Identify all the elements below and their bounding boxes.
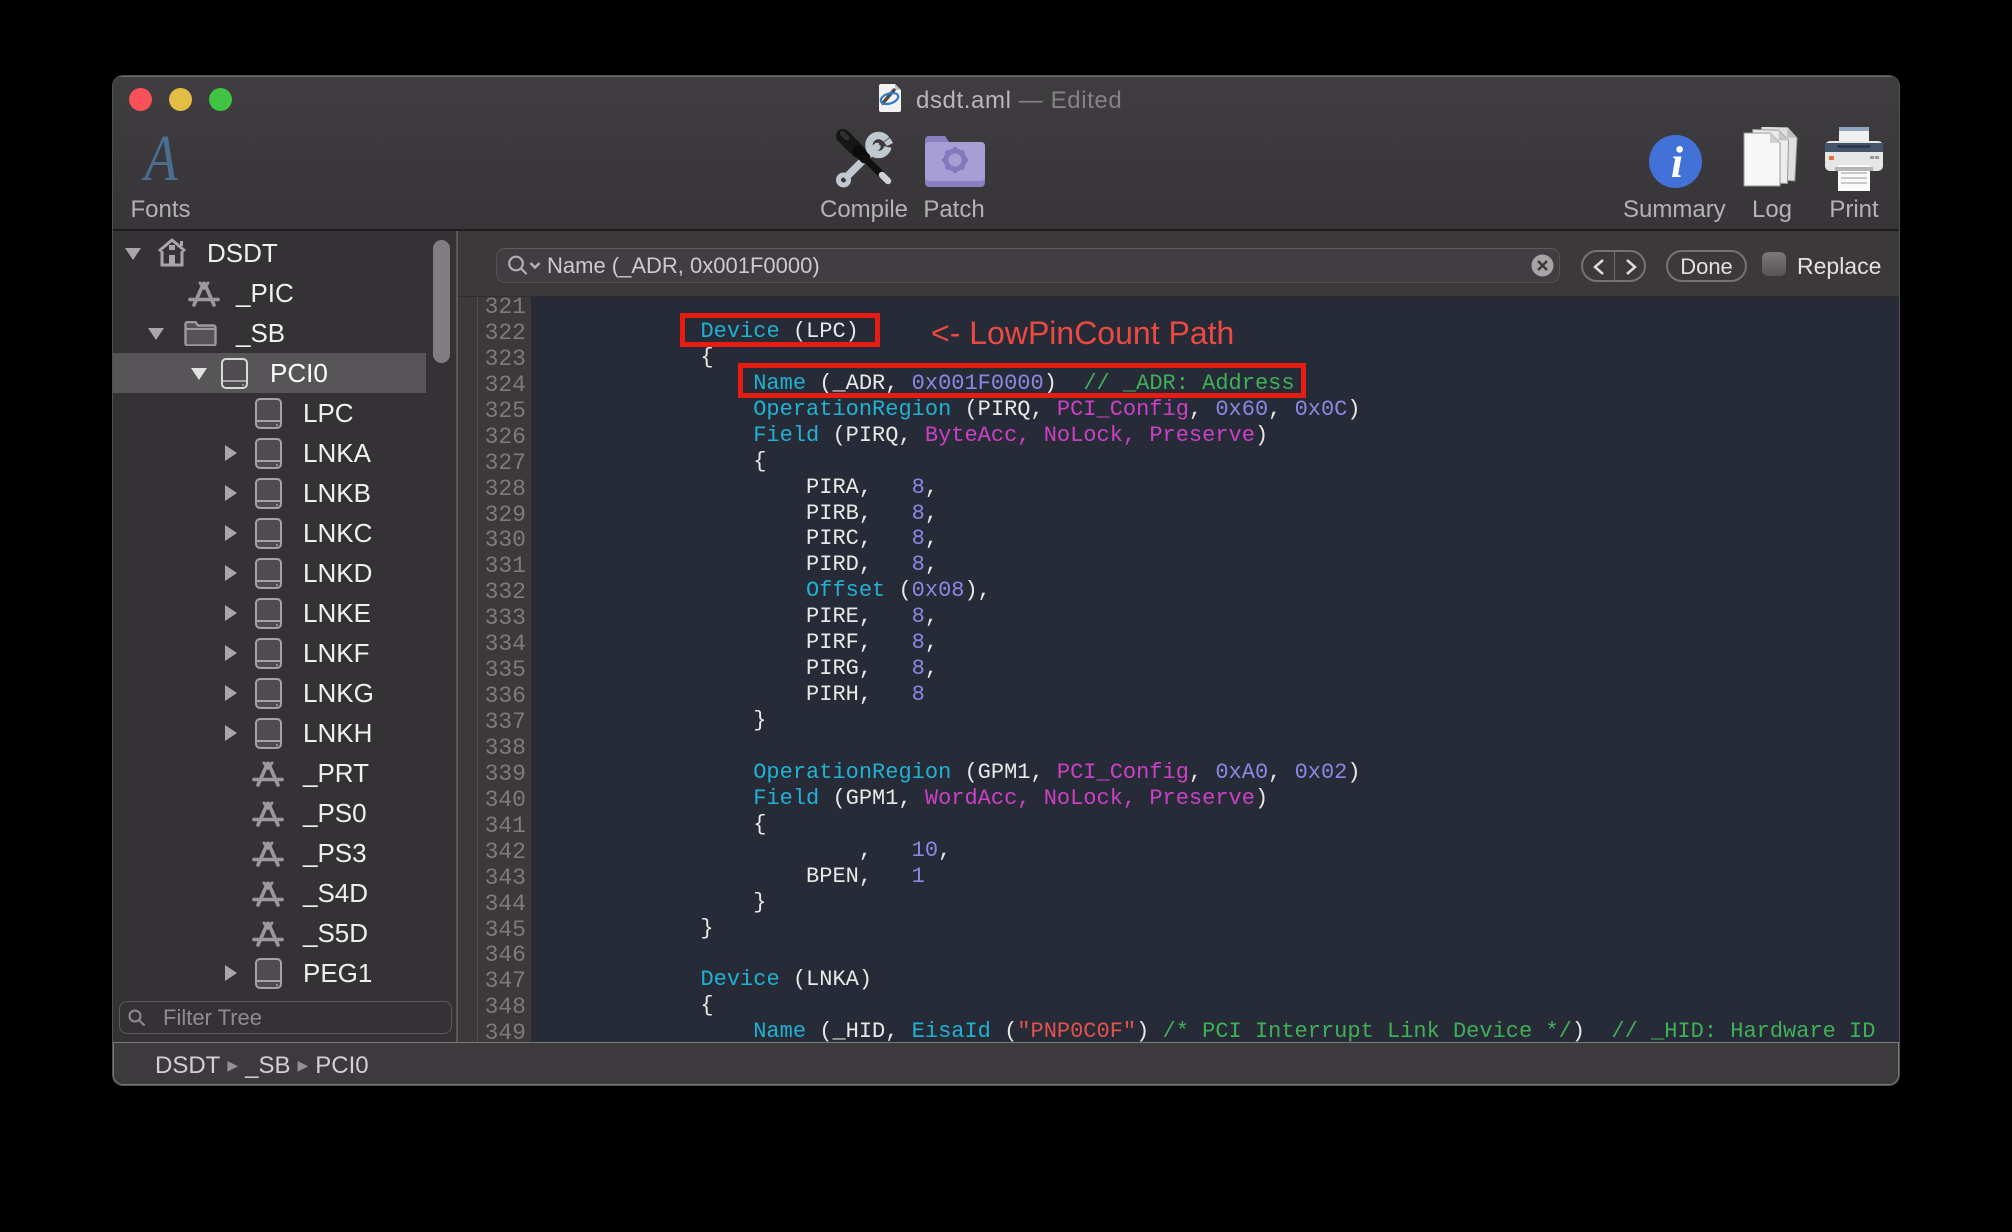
svg-text:i: i [1671, 138, 1684, 187]
